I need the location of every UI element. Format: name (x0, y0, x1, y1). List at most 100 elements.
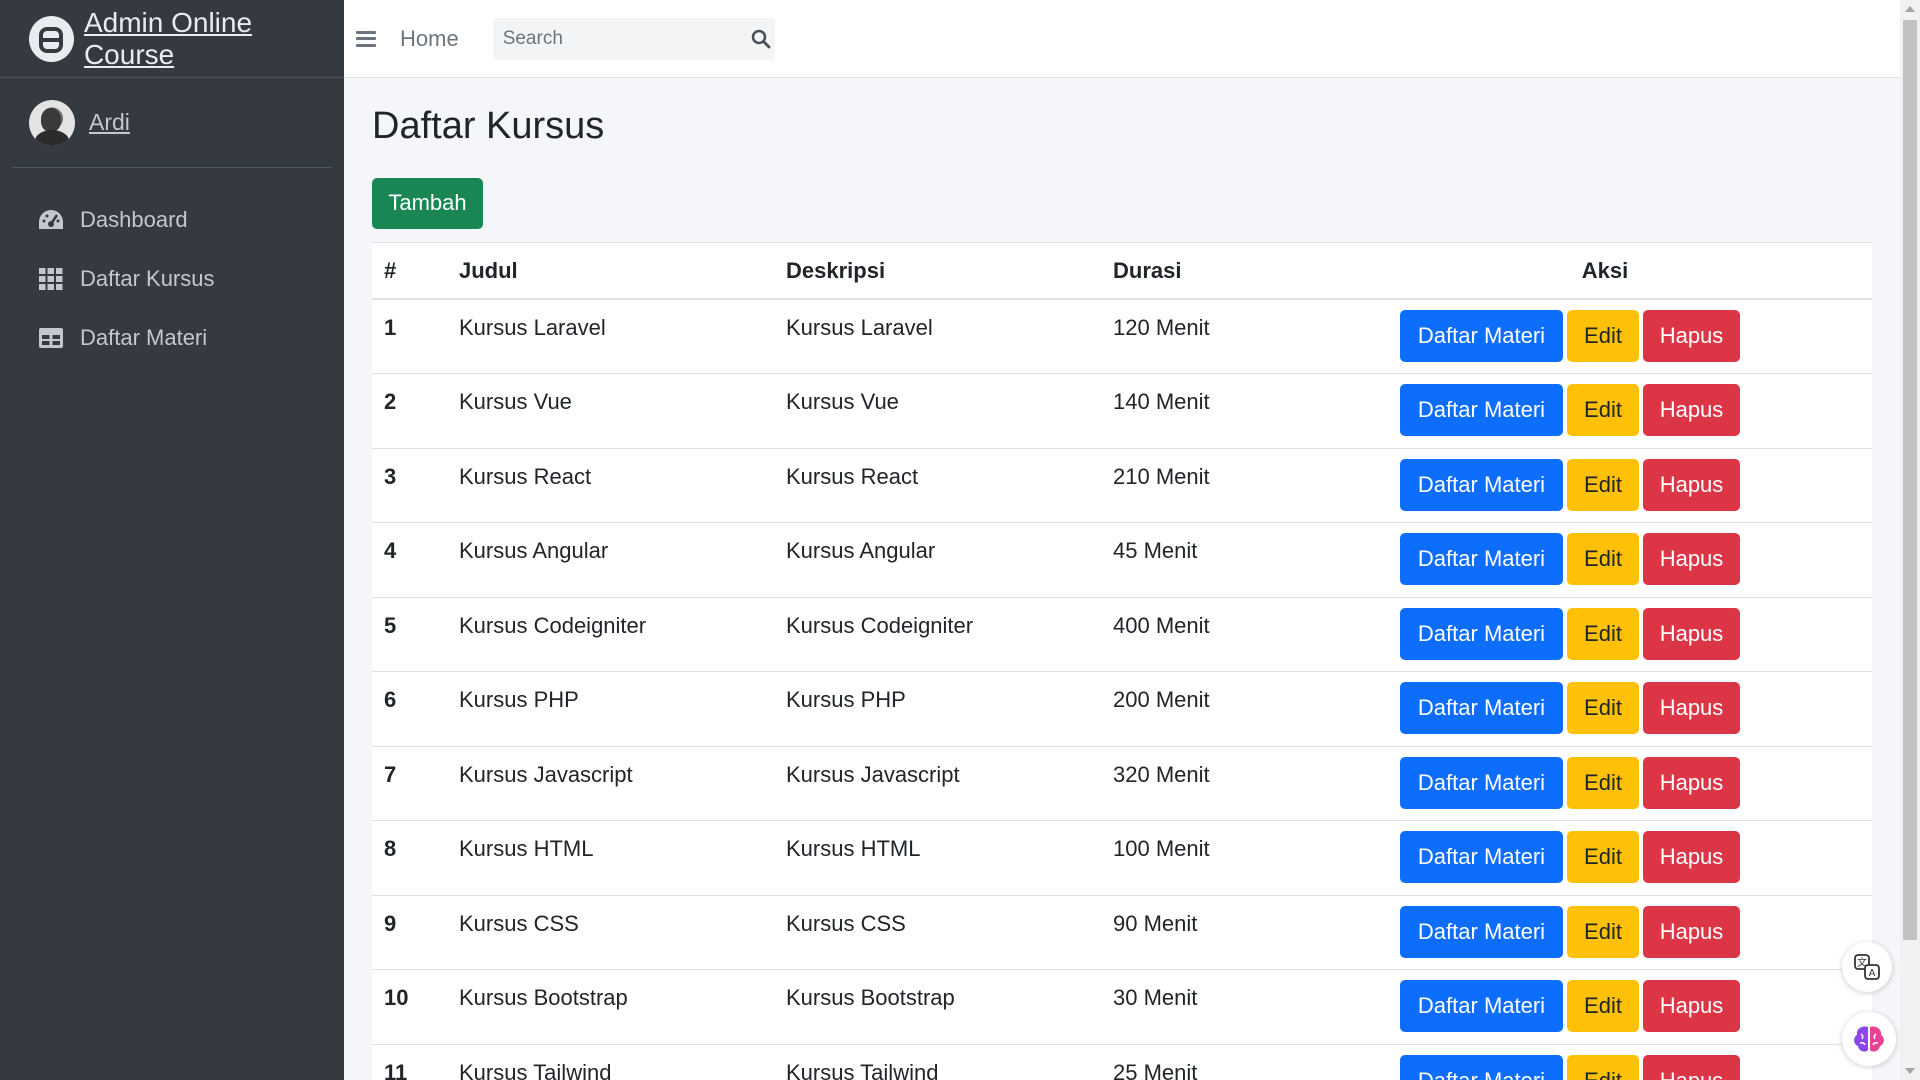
svg-text:A: A (1869, 968, 1876, 979)
daftar-materi-button[interactable]: Daftar Materi (1400, 756, 1563, 809)
delete-button[interactable]: Hapus (1643, 1054, 1740, 1080)
row-durasi: 120 Menit (1101, 299, 1338, 375)
course-table: # Judul Deskripsi Durasi Aksi 1 Kursus La… (372, 241, 1872, 1080)
delete-button[interactable]: Hapus (1643, 458, 1740, 511)
row-number: 3 (372, 448, 447, 524)
daftar-materi-button[interactable]: Daftar Materi (1400, 905, 1563, 958)
edit-button[interactable]: Edit (1567, 831, 1639, 884)
table-row: 10 Kursus Bootstrap Kursus Bootstrap 30 Men… (372, 969, 1872, 1045)
daftar-materi-button[interactable]: Daftar Materi (1400, 458, 1563, 511)
brand-title[interactable]: Admin Online Course (84, 7, 344, 71)
delete-button[interactable]: Hapus (1643, 384, 1740, 437)
column-header-judul: Judul (447, 241, 774, 301)
translate-button[interactable]: 文 A (1842, 942, 1892, 992)
tachometer-icon (38, 207, 64, 233)
home-link[interactable]: Home (400, 26, 459, 52)
row-judul: Kursus Vue (447, 373, 774, 449)
sidebar-item-daftar-kursus[interactable]: Daftar Kursus (12, 253, 332, 305)
scroll-up-icon[interactable] (1905, 6, 1915, 12)
edit-button[interactable]: Edit (1567, 1054, 1639, 1080)
edit-button[interactable]: Edit (1567, 980, 1639, 1033)
row-actions: Daftar MateriEditHapus (1338, 895, 1872, 971)
delete-button[interactable]: Hapus (1643, 682, 1740, 735)
scrollbar-thumb[interactable] (1903, 20, 1917, 940)
row-judul: Kursus PHP (447, 671, 774, 747)
row-actions: Daftar MateriEditHapus (1338, 448, 1872, 524)
brain-icon (1854, 1026, 1884, 1052)
delete-button[interactable]: Hapus (1643, 831, 1740, 884)
edit-button[interactable]: Edit (1567, 756, 1639, 809)
sidebar-item-dashboard[interactable]: Dashboard (12, 194, 332, 246)
row-number: 10 (372, 969, 447, 1045)
row-judul: Kursus Laravel (447, 299, 774, 375)
sidebar-item-daftar-materi[interactable]: Daftar Materi (12, 312, 332, 364)
table-row: 3 Kursus React Kursus React 210 Menit Daftar… (372, 448, 1872, 524)
row-deskripsi: Kursus Bootstrap (774, 969, 1101, 1045)
table-row: 11 Kursus Tailwind Kursus Tailwind 25 Menit… (372, 1044, 1872, 1080)
row-durasi: 25 Menit (1101, 1044, 1338, 1080)
daftar-materi-button[interactable]: Daftar Materi (1400, 980, 1563, 1033)
table-row: 7 Kursus Javascript Kursus Javascript 320 M… (372, 746, 1872, 822)
brand-link[interactable]: Admin Online Course (0, 0, 344, 78)
daftar-materi-button[interactable]: Daftar Materi (1400, 384, 1563, 437)
row-deskripsi: Kursus HTML (774, 820, 1101, 896)
hamburger-menu-icon[interactable] (354, 28, 378, 50)
row-actions: Daftar MateriEditHapus (1338, 1044, 1872, 1080)
delete-button[interactable]: Hapus (1643, 905, 1740, 958)
row-durasi: 100 Menit (1101, 820, 1338, 896)
sidebar-item-label: Dashboard (80, 207, 188, 232)
add-course-button[interactable]: Tambah (372, 177, 483, 229)
edit-button[interactable]: Edit (1567, 310, 1639, 363)
row-actions: Daftar MateriEditHapus (1338, 820, 1872, 896)
daftar-materi-button[interactable]: Daftar Materi (1400, 533, 1563, 586)
daftar-materi-button[interactable]: Daftar Materi (1400, 682, 1563, 735)
table-row: 6 Kursus PHP Kursus PHP 200 Menit Daftar Mat… (372, 671, 1872, 747)
search-input[interactable] (492, 17, 748, 60)
column-header-durasi: Durasi (1101, 241, 1338, 301)
scroll-down-icon[interactable] (1905, 1068, 1915, 1074)
top-navbar: Home (344, 0, 1900, 78)
delete-button[interactable]: Hapus (1643, 310, 1740, 363)
sidebar-item-label: Daftar Materi (80, 325, 208, 350)
edit-button[interactable]: Edit (1567, 905, 1639, 958)
delete-button[interactable]: Hapus (1643, 756, 1740, 809)
daftar-materi-button[interactable]: Daftar Materi (1400, 607, 1563, 660)
row-judul: Kursus Tailwind (447, 1044, 774, 1080)
row-actions: Daftar MateriEditHapus (1338, 373, 1872, 449)
row-judul: Kursus Angular (447, 522, 774, 598)
delete-button[interactable]: Hapus (1643, 607, 1740, 660)
row-number: 4 (372, 522, 447, 598)
edit-button[interactable]: Edit (1567, 607, 1639, 660)
row-durasi: 45 Menit (1101, 522, 1338, 598)
delete-button[interactable]: Hapus (1643, 980, 1740, 1033)
user-panel: Ardi (12, 78, 332, 168)
page-scrollbar[interactable] (1900, 0, 1920, 1080)
row-durasi: 400 Menit (1101, 597, 1338, 673)
edit-button[interactable]: Edit (1567, 384, 1639, 437)
row-deskripsi: Kursus Javascript (774, 746, 1101, 822)
row-deskripsi: Kursus Angular (774, 522, 1101, 598)
search-button[interactable] (748, 18, 775, 60)
row-actions: Daftar MateriEditHapus (1338, 597, 1872, 673)
avatar (29, 99, 75, 146)
table-row: 5 Kursus Codeigniter Kursus Codeigniter 400… (372, 597, 1872, 673)
edit-button[interactable]: Edit (1567, 458, 1639, 511)
row-deskripsi: Kursus PHP (774, 671, 1101, 747)
row-number: 8 (372, 820, 447, 896)
assistant-button[interactable] (1842, 1012, 1896, 1066)
edit-button[interactable]: Edit (1567, 682, 1639, 735)
daftar-materi-button[interactable]: Daftar Materi (1400, 1054, 1563, 1080)
delete-button[interactable]: Hapus (1643, 533, 1740, 586)
edit-button[interactable]: Edit (1567, 533, 1639, 586)
row-actions: Daftar MateriEditHapus (1338, 522, 1872, 598)
main-content: Daftar Kursus Tambah # Judul Deskripsi D… (344, 78, 1900, 1080)
daftar-materi-button[interactable]: Daftar Materi (1400, 310, 1563, 363)
user-name-link[interactable]: Ardi (89, 109, 130, 136)
sidebar-item-label: Daftar Kursus (80, 266, 215, 291)
row-number: 11 (372, 1044, 447, 1080)
row-deskripsi: Kursus Laravel (774, 299, 1101, 375)
row-durasi: 140 Menit (1101, 373, 1338, 449)
column-header-num: # (372, 241, 447, 301)
daftar-materi-button[interactable]: Daftar Materi (1400, 831, 1563, 884)
grid-icon (38, 266, 64, 292)
